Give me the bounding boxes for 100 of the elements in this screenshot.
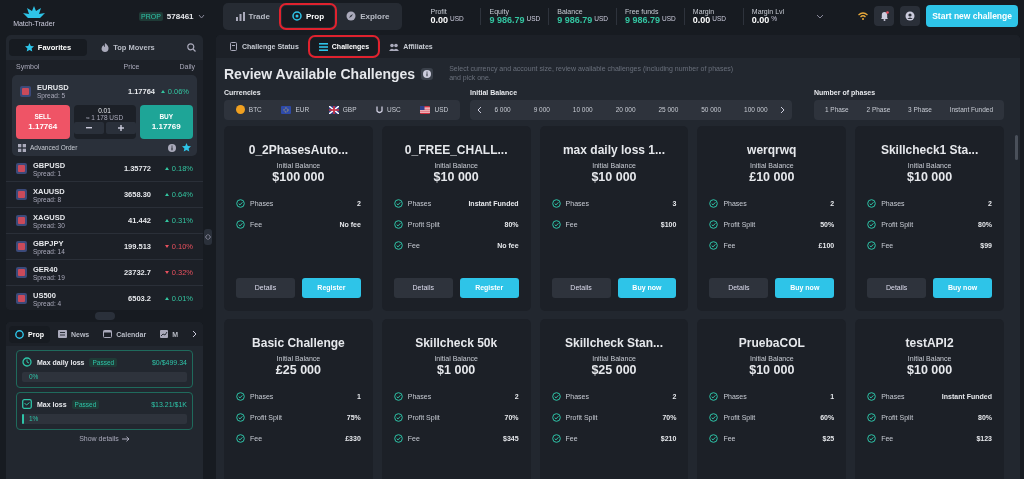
check-circle-icon bbox=[393, 219, 403, 229]
wifi-icon bbox=[858, 12, 869, 20]
check-circle-icon bbox=[867, 412, 877, 422]
check-circle-icon bbox=[867, 391, 877, 401]
check-circle-icon bbox=[551, 391, 561, 401]
check-circle-icon bbox=[393, 433, 403, 443]
resize-handle[interactable] bbox=[94, 312, 115, 320]
document-icon bbox=[230, 42, 238, 51]
challenge-name: Skillcheck Stan... bbox=[563, 335, 664, 350]
stat-value: 0.00 bbox=[430, 14, 448, 25]
check-circle-icon bbox=[709, 219, 719, 229]
newspaper-icon bbox=[57, 330, 67, 338]
decrease-button[interactable] bbox=[73, 122, 104, 134]
check-circle-icon bbox=[867, 198, 877, 208]
instrument-icon bbox=[16, 163, 27, 174]
nav-tab[interactable]: Explore bbox=[336, 5, 400, 27]
instrument-icon bbox=[16, 189, 27, 200]
coin-icon bbox=[235, 105, 245, 114]
check-circle-icon bbox=[393, 240, 403, 250]
challenge-name: max daily loss 1... bbox=[561, 142, 666, 157]
compass-icon bbox=[346, 11, 357, 21]
balance-amount: $25 000 bbox=[590, 362, 638, 377]
challenge-name: Skillcheck1 Sta... bbox=[879, 142, 980, 157]
users-icon bbox=[389, 42, 400, 51]
u-icon bbox=[376, 105, 384, 114]
nav-tab[interactable]: Trade bbox=[225, 5, 280, 27]
check-circle-icon bbox=[551, 433, 561, 443]
chevron-right-icon bbox=[780, 105, 785, 114]
challenge-name: werqrwq bbox=[746, 142, 798, 157]
check-circle-icon bbox=[709, 240, 719, 250]
scroll-right-button[interactable] bbox=[192, 330, 197, 338]
check-circle-icon bbox=[236, 391, 245, 401]
check-circle-icon bbox=[236, 219, 245, 229]
check-circle-icon bbox=[867, 219, 877, 229]
clock-icon bbox=[22, 357, 32, 367]
balance-amount: £25 000 bbox=[274, 362, 322, 377]
check-circle-icon bbox=[709, 391, 719, 401]
chevrons-icon bbox=[205, 234, 211, 240]
check-circle-icon bbox=[393, 412, 403, 422]
user-icon bbox=[905, 11, 916, 21]
stat-value: 9 986.79 bbox=[625, 14, 661, 25]
bar-chart-icon bbox=[235, 11, 245, 21]
info-button[interactable] bbox=[421, 67, 434, 80]
star-icon bbox=[182, 143, 191, 152]
instrument-icon bbox=[16, 293, 27, 304]
arrow-right-icon bbox=[121, 435, 130, 442]
calendar-icon bbox=[103, 330, 113, 338]
minus-icon bbox=[85, 127, 92, 129]
collapse-handle[interactable] bbox=[204, 229, 212, 245]
instrument-icon bbox=[16, 267, 27, 278]
info-icon bbox=[168, 143, 176, 152]
check-circle-icon bbox=[709, 412, 719, 422]
nav-tab[interactable]: Prop bbox=[281, 5, 335, 27]
stat-value: 9 986.79 bbox=[489, 14, 525, 25]
stat-value: 0.00 bbox=[751, 14, 770, 25]
balance-amount: $1 000 bbox=[436, 362, 477, 377]
chevron-down-icon bbox=[815, 13, 824, 19]
check-circle-icon bbox=[236, 412, 245, 422]
flag-icon bbox=[281, 105, 292, 114]
check-circle-icon bbox=[236, 198, 245, 208]
challenge-name: 0_2PhasesAuto... bbox=[247, 142, 350, 157]
balance-amount: $10 000 bbox=[906, 169, 954, 184]
instrument-icon bbox=[16, 215, 27, 226]
chevron-right-icon bbox=[192, 330, 197, 338]
stat-value: 0.00 bbox=[692, 14, 711, 25]
grid-icon bbox=[18, 143, 26, 152]
check-circle-icon bbox=[551, 219, 561, 229]
list-icon bbox=[318, 42, 328, 51]
check-circle-icon bbox=[551, 198, 561, 208]
challenge-name: PruebaCOL bbox=[737, 335, 806, 350]
challenge-name: Skillcheck 50k bbox=[414, 335, 499, 350]
instrument-icon bbox=[20, 85, 31, 97]
balance-amount: $10 000 bbox=[748, 362, 796, 377]
info-icon bbox=[423, 69, 432, 78]
check-circle-icon bbox=[867, 240, 877, 250]
search-button[interactable] bbox=[187, 43, 196, 52]
stat-value: 9 986.79 bbox=[557, 14, 593, 25]
search-icon bbox=[187, 43, 196, 52]
notifications-button[interactable] bbox=[874, 6, 895, 26]
balance-amount: $100 000 bbox=[271, 169, 326, 184]
chevron-down-icon bbox=[197, 13, 205, 19]
scrollbar[interactable] bbox=[1015, 135, 1018, 160]
flag-icon bbox=[420, 105, 431, 114]
check-circle-icon bbox=[236, 433, 245, 443]
check-circle-icon bbox=[393, 198, 403, 208]
star-icon bbox=[24, 43, 34, 52]
flag-icon bbox=[328, 105, 339, 114]
chevron-left-icon bbox=[477, 105, 482, 114]
balance-amount: £10 000 bbox=[748, 169, 796, 184]
challenge-name: testAPI2 bbox=[904, 335, 955, 350]
check-circle-icon bbox=[393, 391, 403, 401]
balance-amount: $10 000 bbox=[590, 169, 638, 184]
page-title: Review Available Challenges bbox=[224, 65, 416, 82]
instrument-icon bbox=[16, 241, 27, 252]
challenge-name: 0_FREE_CHALL... bbox=[403, 142, 509, 157]
plus-icon bbox=[117, 125, 124, 131]
increase-button[interactable] bbox=[105, 122, 136, 134]
logo-icon bbox=[23, 5, 45, 18]
bell-icon bbox=[879, 11, 889, 21]
profile-button[interactable] bbox=[900, 6, 921, 26]
